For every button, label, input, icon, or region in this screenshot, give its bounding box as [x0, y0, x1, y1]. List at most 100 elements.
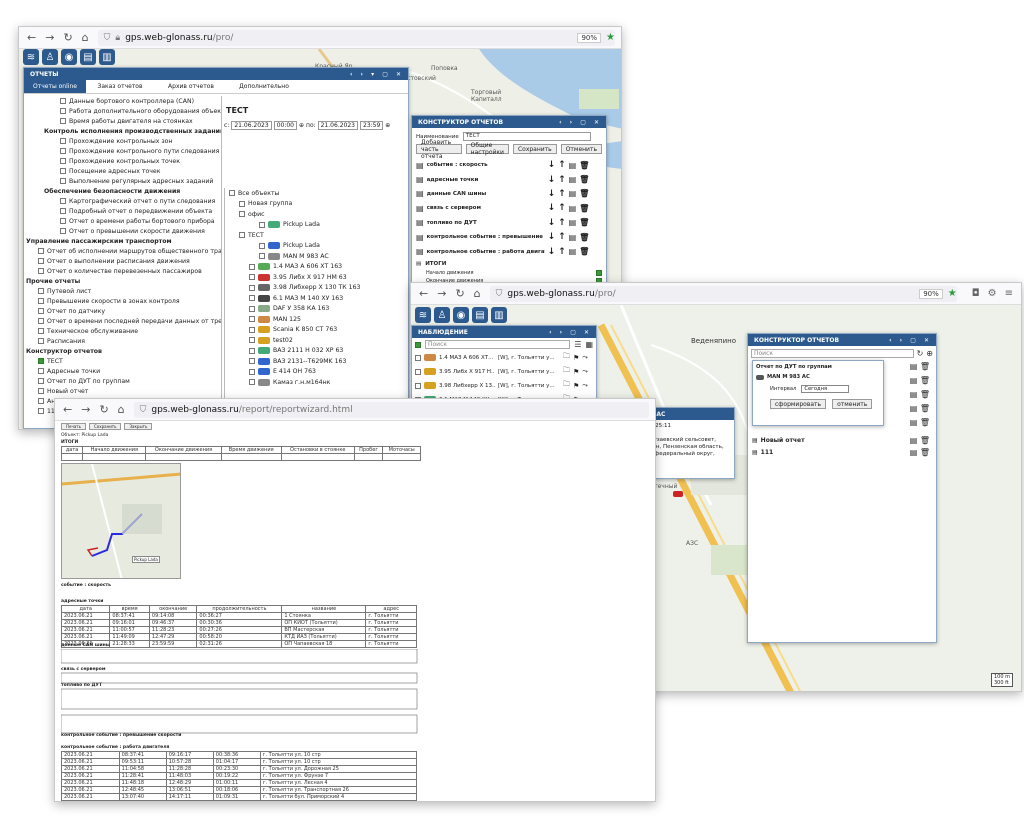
report-list-item[interactable]: Прохождение контрольных точек: [26, 156, 221, 166]
object-tree-item[interactable]: MAN 125: [225, 314, 404, 325]
vehicle-checkbox[interactable]: [415, 382, 421, 389]
arrow-up-icon[interactable]: ↑: [558, 160, 566, 170]
report-checkbox[interactable]: [60, 228, 66, 234]
arrow-down-icon[interactable]: ↓: [548, 175, 556, 185]
arrow-up-icon[interactable]: ↑: [558, 218, 566, 228]
date-from[interactable]: 21.06.2023: [231, 121, 272, 130]
layers-icon[interactable]: ≋: [415, 307, 431, 323]
object-tree-item[interactable]: Все объекты: [225, 188, 404, 199]
bookmark-star-icon[interactable]: ★: [948, 288, 957, 299]
arrow-down-icon[interactable]: ↓: [548, 218, 556, 228]
totals-check[interactable]: [596, 269, 602, 276]
extensions-icon[interactable]: ⚙: [988, 288, 997, 299]
doc-icon[interactable]: ▤ 🗑︎: [910, 362, 930, 371]
report-list-item[interactable]: Техническое обслуживание: [26, 326, 221, 336]
object-tree-item[interactable]: 1.4 МАЗ А 606 ХТ 163: [225, 262, 404, 273]
vehicle-marker[interactable]: [673, 491, 683, 497]
doc-icon[interactable]: ▤: [569, 233, 577, 242]
save-button[interactable]: Сохранить: [512, 144, 557, 154]
refresh-icon[interactable]: ↻: [917, 349, 924, 358]
object-tree-item[interactable]: MAN M 983 AC: [225, 251, 404, 262]
report-list-item[interactable]: Обеспечение безопасности движения: [26, 186, 221, 196]
object-checkbox[interactable]: [249, 274, 255, 281]
report-list-item[interactable]: ТЕСТ: [26, 356, 221, 366]
report-checkbox[interactable]: [60, 98, 66, 104]
report-checkbox[interactable]: [60, 158, 66, 164]
object-tree-item[interactable]: Камаз г.н.м164нк: [225, 377, 404, 388]
report-checkbox[interactable]: [38, 398, 44, 404]
object-checkbox[interactable]: [249, 295, 255, 302]
arrow-down-icon[interactable]: ↓: [548, 232, 556, 242]
report-checkbox[interactable]: [38, 388, 44, 394]
object-checkbox[interactable]: [239, 200, 245, 207]
report-list-item[interactable]: Отчет по ДУТ по группам: [26, 376, 221, 386]
object-tree-item[interactable]: Новая группа: [225, 199, 404, 210]
list-icon[interactable]: ☰: [574, 340, 581, 349]
arrow-up-icon[interactable]: ↑: [558, 175, 566, 185]
arrow-down-icon[interactable]: ↓: [548, 160, 556, 170]
report-list-item[interactable]: Прочие отчеты: [26, 276, 221, 286]
report-list-item[interactable]: Выполнение регулярных адресных заданий: [26, 176, 221, 186]
constructor-item[interactable]: ▤ событие : скорость ↓ ↑ ▤ 🗑︎: [416, 158, 602, 172]
object-tree-item[interactable]: Pickup Lada: [225, 241, 404, 252]
report-checkbox[interactable]: [38, 288, 44, 294]
window-controls[interactable]: ‹ › ▾ ▢ ✕: [350, 71, 408, 78]
arrow-down-icon[interactable]: ↓: [548, 203, 556, 213]
report-checkbox[interactable]: [38, 308, 44, 314]
back-icon[interactable]: ←: [27, 31, 36, 44]
object-checkbox[interactable]: [239, 232, 245, 239]
route-icon[interactable]: ⤳: [582, 381, 588, 390]
bookmark-star-icon[interactable]: ★: [606, 32, 615, 43]
route-map[interactable]: Pickup Lada: [61, 463, 181, 579]
object-tree-item[interactable]: Е 414 ОН 763: [225, 367, 404, 378]
trash-icon[interactable]: 🗑︎: [579, 175, 589, 184]
arrow-up-icon[interactable]: ↑: [558, 203, 566, 213]
address-bar[interactable]: ⛉ gps.web-glonass.ru/report/reportwizard…: [133, 401, 649, 418]
tab-extra[interactable]: Дополнительно: [228, 80, 300, 93]
report-checkbox[interactable]: [60, 118, 66, 124]
doc-icon[interactable]: ▤ 🗑︎: [910, 390, 930, 399]
object-checkbox[interactable]: [249, 316, 255, 323]
report-list-item[interactable]: Адресные точки: [26, 366, 221, 376]
object-checkbox[interactable]: [259, 221, 265, 228]
time-from[interactable]: 00:00: [273, 121, 297, 130]
home-icon[interactable]: ⌂: [118, 403, 125, 416]
crosshair-icon[interactable]: ⊕: [299, 122, 304, 129]
report-checkbox[interactable]: [38, 248, 44, 254]
tracker-icon[interactable]: ⚑: [573, 354, 579, 362]
eye-icon[interactable]: ◉: [61, 49, 77, 65]
report-checkbox[interactable]: [38, 328, 44, 334]
report-list-item[interactable]: Работа дополнительного оборудования объе…: [26, 106, 221, 116]
vehicle-checkbox[interactable]: [415, 368, 421, 375]
folder-icon[interactable]: 🗀︎: [563, 380, 570, 391]
print-button[interactable]: Печать: [61, 423, 86, 430]
vehicle-row[interactable]: 1.4 МАЗ А 606 ХТ... [W], г. Тольятти у...…: [415, 351, 593, 365]
constructor-item[interactable]: ▤ данные CAN шины ↓ ↑ ▤ 🗑︎: [416, 187, 602, 201]
arrow-up-icon[interactable]: ↑: [558, 232, 566, 242]
report-list-item[interactable]: Путевой лист: [26, 286, 221, 296]
menu-icon[interactable]: ≡: [1005, 288, 1013, 299]
report-checkbox[interactable]: [60, 148, 66, 154]
report-icon[interactable]: ▥: [491, 307, 507, 323]
object-tree-item[interactable]: офис: [225, 209, 404, 220]
tab-order[interactable]: Заказ отчетов: [86, 80, 154, 93]
trash-icon[interactable]: 🗑︎: [579, 233, 589, 242]
doc-icon[interactable]: ▤: [569, 161, 577, 170]
search-input[interactable]: Поиск: [751, 349, 914, 358]
report-icon[interactable]: ▥: [99, 49, 115, 65]
report-list-item[interactable]: Прохождение контрольного пути следования: [26, 146, 221, 156]
constructor-item[interactable]: ▤контрольное событие : превышение скоро.…: [416, 230, 602, 244]
cancel-button[interactable]: отменить: [832, 399, 873, 409]
report-list-item[interactable]: Отчет о времени последней передачи данны…: [26, 316, 221, 326]
date-to[interactable]: 21.06.2023: [317, 121, 358, 130]
report-checkbox[interactable]: [38, 358, 44, 364]
report-list-item[interactable]: Превышение скорости в зонах контроля: [26, 296, 221, 306]
doc-icon[interactable]: ▤: [569, 175, 577, 184]
trash-icon[interactable]: 🗑︎: [579, 218, 589, 227]
object-tree-item[interactable]: ТЕСТ: [225, 230, 404, 241]
report-checkbox[interactable]: [38, 338, 44, 344]
report-list-item[interactable]: Отчет по датчику: [26, 306, 221, 316]
object-checkbox[interactable]: [249, 368, 255, 375]
clipboard-icon[interactable]: ▤: [80, 49, 96, 65]
report-list-item[interactable]: Отчет о превышении скорости движения: [26, 226, 221, 236]
